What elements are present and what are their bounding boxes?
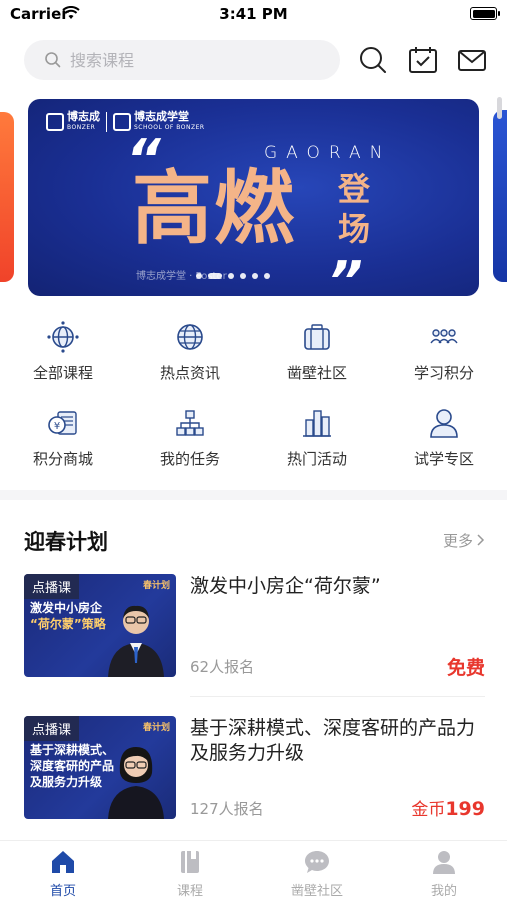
course-item[interactable]: 点播课 春计划 基于深耕模式、 深度客研的产品 及服务力升级 基于深耕模式、深度… [0,716,507,836]
course-type-tag: 点播课 [24,574,80,599]
carousel-dot[interactable] [240,273,246,279]
carousel-dot[interactable] [196,273,202,279]
svg-text:¥: ¥ [54,421,60,432]
carousel-dot[interactable] [208,273,222,279]
yen-card-icon: ¥ [48,411,77,435]
enroll-count: 127人报名 [190,800,264,818]
status-bar: Carrier 3:41 PM [0,0,507,30]
grid-item-community[interactable]: 凿壁社区 [254,320,380,383]
carousel-dots[interactable] [196,273,270,279]
banner-headline: 高燃 [132,161,296,255]
thumb-brand: 春计划 [142,723,170,733]
banner-english: GAORAN [264,143,392,163]
globe-icon [177,324,203,350]
search-input[interactable] [70,40,320,80]
enroll-count: 62人报名 [190,658,255,676]
grid-item-points-mall[interactable]: ¥ 积分商城 [0,406,126,469]
lecturer-photo [108,605,164,677]
mail-icon[interactable] [456,44,488,76]
course-item[interactable]: 点播课 春计划 激发中小房企 “荷尔蒙”策略 激发中小房企“荷尔蒙” 62人报名… [0,574,507,694]
course-thumbnail: 点播课 春计划 基于深耕模式、 深度客研的产品 及服务力升级 [24,716,176,819]
buildings-icon [303,410,331,437]
course-type-tag: 点播课 [24,716,80,741]
tab-community[interactable]: 凿壁社区 [254,848,380,899]
globe-orbit-icon [47,321,79,353]
carousel-dot[interactable] [264,273,270,279]
course-title: 激发中小房企“荷尔蒙” [190,575,381,597]
bottom-tab-bar: 首页 课程 凿壁社区 我的 [0,840,507,900]
search-field-icon [45,52,61,68]
book-icon [181,851,199,873]
thumb-headline: 基于深耕模式、 深度客研的产品 及服务力升级 [30,743,115,789]
carousel-prev-card[interactable] [0,112,14,282]
grid-item-study-points[interactable]: 学习积分 [381,320,507,383]
quote-close-icon: ” [328,250,363,297]
bonzer-logo-icon [46,113,64,131]
calendar-check-icon[interactable] [407,44,439,76]
carousel-next-card[interactable] [493,110,507,282]
thumb-headline: 激发中小房企 “荷尔蒙”策略 [30,601,106,631]
search-icon[interactable] [357,44,389,76]
battery-icon [470,7,500,20]
chat-icon [305,851,329,873]
clock: 3:41 PM [219,5,288,23]
grid-item-my-tasks[interactable]: 我的任务 [127,406,253,469]
course-title: 基于深耕模式、深度客研的产品力及服务力升级 [190,717,476,764]
search-bar[interactable] [24,40,340,80]
row-divider [190,696,485,697]
tab-mine[interactable]: 我的 [381,848,507,899]
thumb-brand: 春计划 [142,581,170,591]
org-chart-icon [176,410,204,436]
carousel-dot[interactable] [252,273,258,279]
chevron-right-icon [477,532,485,550]
course-price: 金币199 [411,798,485,820]
user-icon [430,409,458,438]
tab-home[interactable]: 首页 [0,848,126,899]
banner-subtitle: 登场 [338,170,371,248]
section-divider [0,490,507,500]
grid-item-hot-events[interactable]: 热门活动 [254,406,380,469]
promo-banner[interactable]: 博志成 BONZER 博志成学堂 SCHOOL OF BONZER GAORAN “ … [28,99,479,296]
course-thumbnail: 点播课 春计划 激发中小房企 “荷尔蒙”策略 [24,574,176,677]
carousel-dot[interactable] [228,273,234,279]
grid-item-all-courses[interactable]: 全部课程 [0,320,126,383]
suitcase-icon [304,324,330,350]
more-link[interactable]: 更多 [443,530,485,551]
section-title: 迎春计划 [24,530,108,554]
grid-item-trial-zone[interactable]: 试学专区 [381,406,507,469]
group-icon [430,329,458,344]
home-icon [52,851,74,873]
tab-courses[interactable]: 课程 [127,848,253,899]
lecturer-photo [108,747,164,819]
app-screen: Carrier 3:41 PM 博志成BONZER博志成学堂SC [0,0,507,900]
grid-item-hot-news[interactable]: 热点资讯 [127,320,253,383]
course-price: 免费 [446,657,485,679]
profile-icon [433,851,455,874]
scroll-indicator [497,97,502,119]
